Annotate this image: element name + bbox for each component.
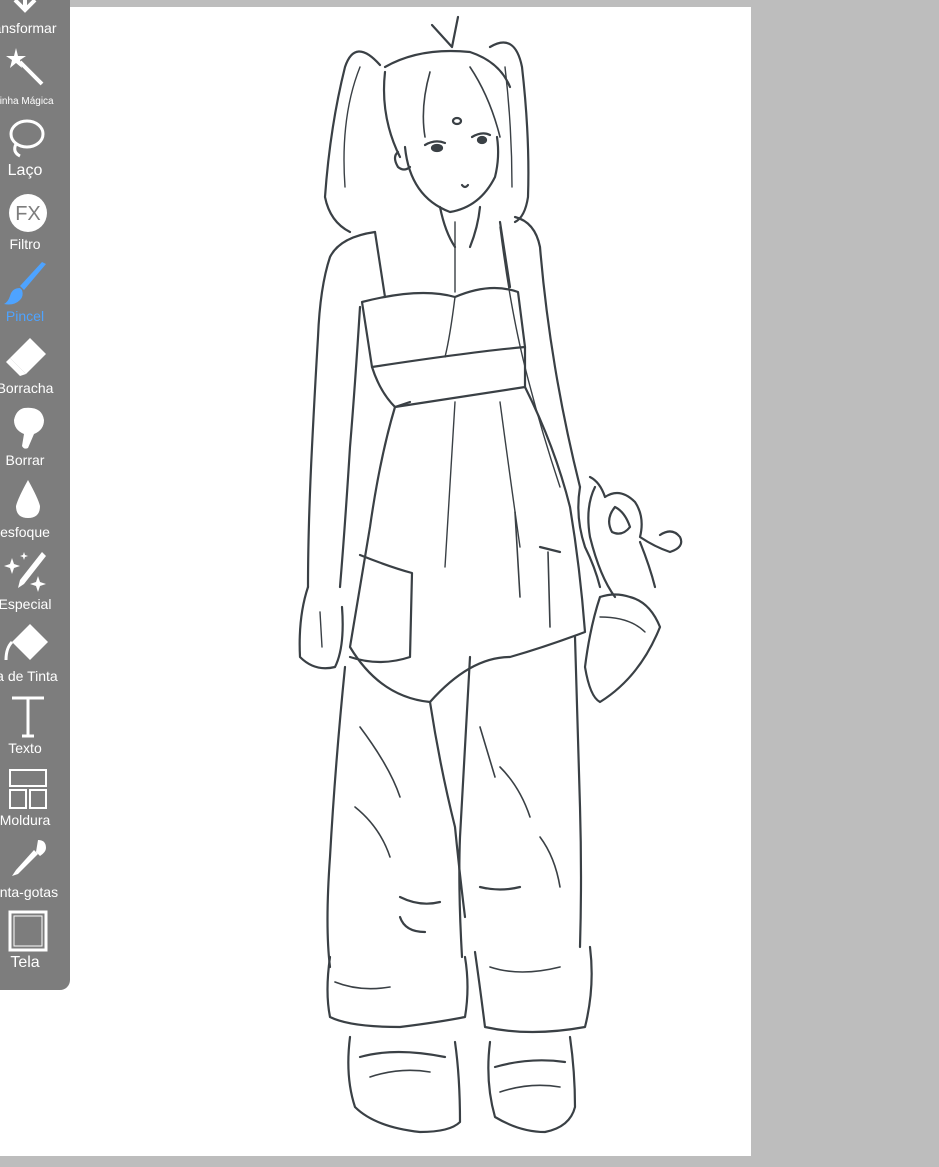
tool-label: Laço — [7, 162, 43, 179]
tool-label: Borrar — [5, 452, 45, 468]
tool-label: Especial — [0, 596, 52, 612]
tool-magic-wand[interactable]: rinha Mágica — [0, 44, 70, 116]
tool-eraser[interactable]: Borracha — [0, 332, 70, 404]
lasso-icon — [2, 116, 48, 164]
tool-label: Pincel — [5, 308, 45, 324]
tool-label: Tela — [10, 954, 40, 971]
tool-label: Texto — [8, 740, 42, 756]
tool-canvas[interactable]: Tela — [0, 908, 70, 980]
tool-label: esfoque — [0, 524, 50, 540]
tool-smudge[interactable]: Borrar — [0, 404, 70, 476]
text-t-icon — [2, 692, 48, 740]
tool-special[interactable]: Especial — [0, 548, 70, 620]
svg-text:FX: FX — [15, 203, 41, 225]
sketch-drawing — [298, 15, 683, 1134]
drawing-canvas[interactable] — [0, 7, 751, 1156]
tool-label: Moldura — [0, 812, 51, 828]
magic-wand-icon — [2, 44, 48, 92]
tool-label: Filtro — [9, 236, 41, 252]
eyedropper-icon — [2, 836, 48, 884]
tool-label: Borracha — [0, 380, 54, 396]
tool-label: rinha Mágica — [0, 96, 54, 107]
tool-transform[interactable]: ansformar — [0, 0, 70, 44]
transform-move-icon — [2, 0, 48, 20]
tool-label: onta-gotas — [0, 884, 59, 900]
eraser-icon — [2, 332, 48, 380]
smudge-finger-icon — [2, 404, 48, 452]
frame-divider-icon — [2, 764, 48, 812]
tool-label: ta de Tinta — [0, 668, 58, 684]
tool-frame-divider[interactable]: Moldura — [0, 764, 70, 836]
brush-icon — [2, 260, 48, 308]
fx-filter-icon: FX — [2, 188, 48, 236]
tool-blur[interactable]: esfoque — [0, 476, 70, 548]
tool-palette: ansformar rinha Mágica Laço FX Filtro Pi… — [0, 0, 70, 990]
special-sparkle-pen-icon — [2, 548, 48, 596]
tool-eyedropper[interactable]: onta-gotas — [0, 836, 70, 908]
tool-paint-bucket[interactable]: ta de Tinta — [0, 620, 70, 692]
blur-drop-icon — [2, 476, 48, 524]
tool-filter[interactable]: FX Filtro — [0, 188, 70, 260]
canvas-square-icon — [2, 908, 48, 956]
tool-lasso[interactable]: Laço — [0, 116, 70, 188]
paint-bucket-icon — [2, 620, 48, 668]
tool-label: ansformar — [0, 20, 57, 36]
tool-brush[interactable]: Pincel — [0, 260, 70, 332]
tool-text[interactable]: Texto — [0, 692, 70, 764]
